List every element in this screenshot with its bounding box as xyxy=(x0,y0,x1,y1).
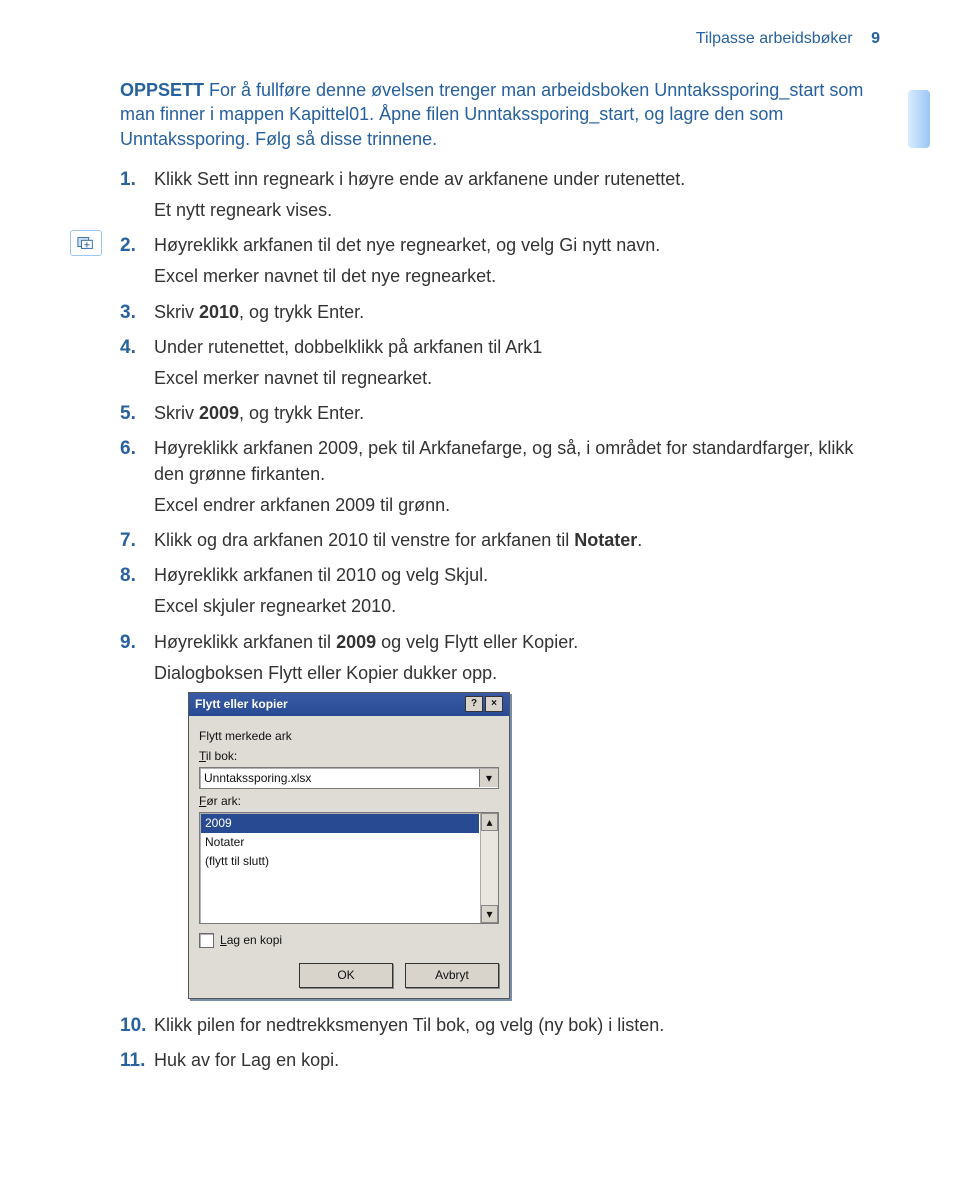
move-label: Flytt merkede ark xyxy=(199,728,499,745)
step-result: Excel endrer arkfanen 2009 til grønn. xyxy=(154,493,880,518)
step-result: Et nytt regneark vises. xyxy=(154,198,880,223)
header-page-number: 9 xyxy=(871,30,880,47)
scroll-down-button[interactable]: ▾ xyxy=(481,905,498,923)
step-result: Excel skjuler regnearket 2010. xyxy=(154,594,880,619)
step-text: Høyreklikk arkfanen til det nye regneark… xyxy=(154,235,660,255)
setup-text: For å fullføre denne øvelsen trenger man… xyxy=(120,80,863,149)
step-text-post: og velg Flytt eller Kopier. xyxy=(376,632,578,652)
step-text: Huk av for Lag en kopi. xyxy=(154,1050,339,1070)
setup-label: OPPSETT xyxy=(120,80,204,100)
move-or-copy-dialog: Flytt eller kopier ? × Flytt merkede ark… xyxy=(188,692,510,999)
step-number: 6. xyxy=(120,436,136,463)
list-item[interactable]: (flytt til slutt) xyxy=(201,852,479,871)
step-9: 9. Høyreklikk arkfanen til 2009 og velg … xyxy=(120,630,880,999)
step-text-bold: Notater xyxy=(574,530,637,550)
dialog-titlebar[interactable]: Flytt eller kopier ? × xyxy=(189,693,509,716)
step-1: 1. Klikk Sett inn regneark i høyre ende … xyxy=(120,167,880,223)
step-text: Under rutenettet, dobbelklikk på arkfane… xyxy=(154,337,542,357)
list-item[interactable]: 2009 xyxy=(201,814,479,833)
dialog-title-text: Flytt eller kopier xyxy=(195,696,288,713)
list-item[interactable]: Notater xyxy=(201,833,479,852)
setup-paragraph: OPPSETT For å fullføre denne øvelsen tre… xyxy=(120,78,880,151)
make-copy-label: Lag en kopi xyxy=(220,932,282,949)
step-number: 4. xyxy=(120,335,136,362)
step-text-pre: Skriv xyxy=(154,302,199,322)
step-text: Klikk pilen for nedtrekksmenyen Til bok,… xyxy=(154,1015,664,1035)
chapter-thumb-tab xyxy=(908,90,930,148)
dialog-close-button[interactable]: × xyxy=(485,696,503,712)
step-text-pre: Klikk og dra arkfanen 2010 til venstre f… xyxy=(154,530,574,550)
step-number: 1. xyxy=(120,167,136,194)
step-number: 10. xyxy=(120,1013,146,1040)
scrollbar[interactable]: ▴ ▾ xyxy=(480,813,498,923)
step-number: 7. xyxy=(120,528,136,555)
step-number: 11. xyxy=(120,1048,145,1075)
page-header: Tilpasse arbeidsbøker 9 xyxy=(120,30,880,48)
before-sheet-listbox[interactable]: 2009 Notater (flytt til slutt) ▴ ▾ xyxy=(199,812,499,924)
to-book-label: Til bok: xyxy=(199,748,499,765)
cancel-button[interactable]: Avbryt xyxy=(405,963,499,988)
step-text-pre: Skriv xyxy=(154,403,199,423)
dialog-help-button[interactable]: ? xyxy=(465,696,483,712)
close-icon: × xyxy=(491,699,497,709)
step-8: 8. Høyreklikk arkfanen til 2010 og velg … xyxy=(120,563,880,619)
help-icon: ? xyxy=(471,699,477,709)
step-6: 6. Høyreklikk arkfanen 2009, pek til Ark… xyxy=(120,436,880,518)
header-title: Tilpasse arbeidsbøker xyxy=(696,30,853,47)
step-3: 3. Skriv 2010, og trykk Enter. xyxy=(120,300,880,325)
scroll-up-button[interactable]: ▴ xyxy=(481,813,498,831)
step-text: Høyreklikk arkfanen 2009, pek til Arkfan… xyxy=(154,438,853,483)
step-text-post: . xyxy=(637,530,642,550)
step-result: Dialogboksen Flytt eller Kopier dukker o… xyxy=(154,661,880,686)
step-7: 7. Klikk og dra arkfanen 2010 til venstr… xyxy=(120,528,880,553)
chevron-down-icon: ▾ xyxy=(486,770,492,787)
step-number: 5. xyxy=(120,401,136,428)
step-number: 2. xyxy=(120,233,136,260)
step-number: 8. xyxy=(120,563,136,590)
step-text-bold: 2009 xyxy=(199,403,239,423)
to-book-dropdown[interactable]: Unntakssporing.xlsx ▾ xyxy=(199,767,499,789)
chevron-down-icon: ▾ xyxy=(486,906,492,923)
before-sheet-label: Før ark: xyxy=(199,793,499,810)
step-10: 10. Klikk pilen for nedtrekksmenyen Til … xyxy=(120,1013,880,1038)
step-text-bold: 2010 xyxy=(199,302,239,322)
step-text-post: , og trykk Enter. xyxy=(239,302,364,322)
worksheet-insert-icon xyxy=(70,230,102,256)
chevron-up-icon: ▴ xyxy=(486,814,492,831)
step-text: Klikk Sett inn regneark i høyre ende av … xyxy=(154,169,685,189)
step-list: 1. Klikk Sett inn regneark i høyre ende … xyxy=(120,167,880,1073)
step-4: 4. Under rutenettet, dobbelklikk på arkf… xyxy=(120,335,880,391)
step-text-post: , og trykk Enter. xyxy=(239,403,364,423)
step-result: Excel merker navnet til det nye regneark… xyxy=(154,264,880,289)
step-result: Excel merker navnet til regnearket. xyxy=(154,366,880,391)
step-2: 2. Høyreklikk arkfanen til det nye regne… xyxy=(120,233,880,289)
step-5: 5. Skriv 2009, og trykk Enter. xyxy=(120,401,880,426)
step-11: 11. Huk av for Lag en kopi. xyxy=(120,1048,880,1073)
step-number: 9. xyxy=(120,630,136,657)
step-text: Høyreklikk arkfanen til 2010 og velg Skj… xyxy=(154,565,488,585)
ok-button[interactable]: OK xyxy=(299,963,393,988)
make-copy-checkbox[interactable] xyxy=(199,933,214,948)
to-book-value: Unntakssporing.xlsx xyxy=(200,770,479,787)
step-number: 3. xyxy=(120,300,136,327)
step-text-pre: Høyreklikk arkfanen til xyxy=(154,632,336,652)
dropdown-button[interactable]: ▾ xyxy=(479,769,498,787)
step-text-bold: 2009 xyxy=(336,632,376,652)
